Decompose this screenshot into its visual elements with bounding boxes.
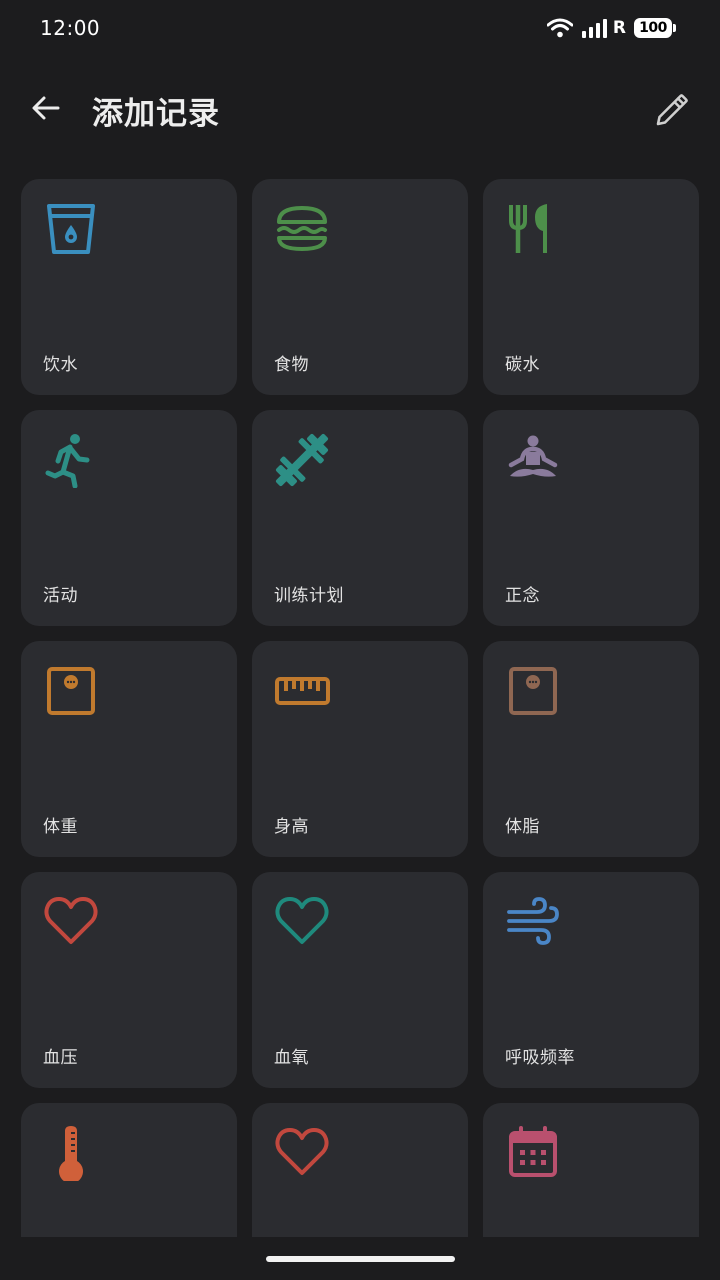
- tile-body-fat[interactable]: 体脂: [483, 641, 699, 857]
- tile-label: 血压: [43, 1048, 78, 1068]
- tile-activity[interactable]: 活动: [21, 410, 237, 626]
- tile-label: 血氧: [274, 1048, 309, 1068]
- tile-water[interactable]: 饮水: [21, 179, 237, 395]
- record-type-grid: 饮水 食物 碳水 活动 训练计划 正念 体重 身高 体脂 血压 血氧 呼吸频率: [21, 179, 699, 1280]
- meditation-icon: [505, 432, 561, 488]
- tile-workout-plan[interactable]: 训练计划: [252, 410, 468, 626]
- tile-label: 呼吸频率: [505, 1048, 575, 1068]
- network-type-label: R: [612, 18, 626, 38]
- burger-icon: [274, 201, 330, 257]
- wind-icon: [505, 894, 561, 950]
- tile-label: 身高: [274, 817, 309, 837]
- tile-label: 碳水: [505, 355, 540, 375]
- arrow-back-icon: [32, 96, 60, 120]
- tile-label: 体脂: [505, 817, 540, 837]
- tile-blood-pressure[interactable]: 血压: [21, 872, 237, 1088]
- app-bar: 添加记录: [0, 72, 720, 148]
- edit-button[interactable]: [648, 86, 696, 134]
- scale-icon: [43, 663, 99, 719]
- pencil-icon: [656, 94, 688, 126]
- battery-icon: 100: [634, 18, 676, 38]
- heart-icon: [274, 1125, 330, 1181]
- page-title: 添加记录: [92, 96, 220, 132]
- tile-label: 食物: [274, 355, 309, 375]
- tile-carbs[interactable]: 碳水: [483, 179, 699, 395]
- heart-icon: [43, 894, 99, 950]
- fork-knife-icon: [505, 201, 561, 257]
- running-person-icon: [43, 432, 99, 488]
- thermometer-icon: [43, 1125, 99, 1181]
- scale-icon: [505, 663, 561, 719]
- home-indicator[interactable]: [266, 1256, 455, 1262]
- tile-height[interactable]: 身高: [252, 641, 468, 857]
- tile-label: 体重: [43, 817, 78, 837]
- tile-label: 正念: [505, 586, 540, 606]
- calendar-icon: [505, 1125, 561, 1181]
- battery-level: 100: [639, 20, 667, 36]
- dumbbell-icon: [274, 432, 330, 488]
- tile-mindfulness[interactable]: 正念: [483, 410, 699, 626]
- status-time: 12:00: [40, 16, 101, 40]
- tile-label: 饮水: [43, 355, 78, 375]
- back-button[interactable]: [24, 86, 68, 130]
- status-icons: R 100: [546, 18, 676, 38]
- tile-blood-oxygen[interactable]: 血氧: [252, 872, 468, 1088]
- screen: 12:00 R 100 添加记录 饮水 食物 碳水 活动 训练计划 正念 体重 …: [0, 0, 720, 1280]
- status-bar: 12:00 R 100: [0, 0, 720, 60]
- signal-icon: [581, 18, 609, 38]
- tile-food[interactable]: 食物: [252, 179, 468, 395]
- water-glass-icon: [43, 201, 99, 257]
- tile-weight[interactable]: 体重: [21, 641, 237, 857]
- tile-label: 训练计划: [274, 586, 344, 606]
- tile-label: 活动: [43, 586, 78, 606]
- heart-icon: [274, 894, 330, 950]
- tile-respiratory-rate[interactable]: 呼吸频率: [483, 872, 699, 1088]
- ruler-icon: [274, 663, 330, 719]
- wifi-icon: [546, 18, 573, 38]
